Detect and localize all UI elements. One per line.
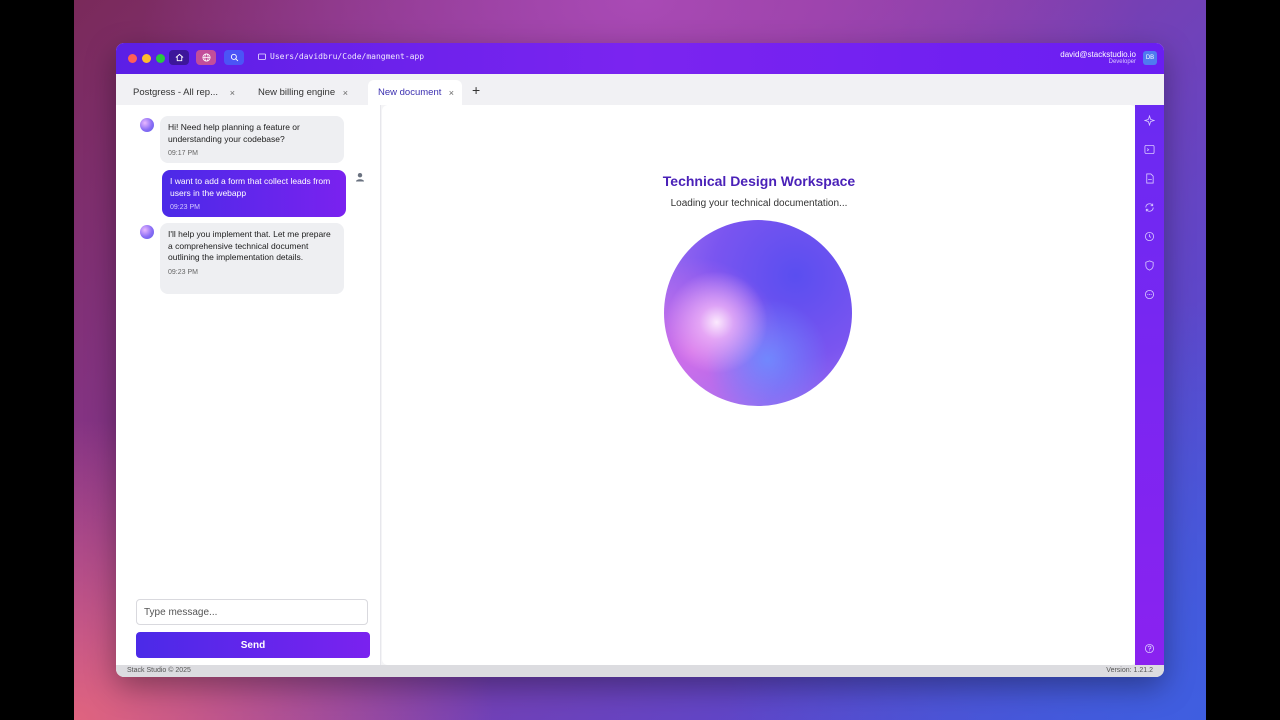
help-icon[interactable] bbox=[1144, 643, 1155, 654]
message-time: 09:23 PM bbox=[168, 268, 198, 276]
tab-postgress[interactable]: Postgress - All rep... × bbox=[123, 80, 243, 105]
search-icon bbox=[230, 53, 238, 62]
refresh-icon[interactable] bbox=[1144, 202, 1155, 213]
message-time: 09:23 PM bbox=[170, 204, 200, 211]
minimize-window-button[interactable] bbox=[142, 54, 151, 63]
file-icon[interactable] bbox=[1144, 173, 1155, 184]
home-icon bbox=[175, 53, 183, 62]
app-window: Users/davidbru/Code/mangment-app david@s… bbox=[116, 43, 1164, 677]
loading-message: Loading your technical documentation... bbox=[670, 198, 848, 209]
loading-orb bbox=[664, 220, 852, 406]
terminal-icon[interactable] bbox=[1144, 144, 1155, 155]
globe-button[interactable] bbox=[196, 50, 216, 65]
tab-bar: Postgress - All rep... × New billing eng… bbox=[116, 74, 1164, 105]
panel-divider[interactable] bbox=[380, 105, 381, 665]
message-input[interactable] bbox=[136, 599, 368, 625]
sparkle-icon[interactable] bbox=[1144, 115, 1155, 126]
user-role: Developer bbox=[1108, 59, 1136, 65]
tab-new-document[interactable]: New document × bbox=[368, 80, 462, 105]
shield-icon[interactable] bbox=[1144, 260, 1155, 271]
tab-label: New billing engine bbox=[258, 87, 336, 98]
avatar[interactable]: DB bbox=[1143, 51, 1157, 65]
search-button[interactable] bbox=[224, 50, 244, 65]
chat-icon[interactable] bbox=[1144, 289, 1155, 300]
copyright-text: Stack Studio © 2025 bbox=[127, 667, 191, 674]
user-icon bbox=[356, 173, 364, 182]
message-text: Hi! Need help planning a feature or unde… bbox=[168, 122, 300, 144]
project-path-text: Users/davidbru/Code/mangment-app bbox=[270, 52, 425, 61]
assistant-avatar bbox=[140, 225, 154, 239]
home-button[interactable] bbox=[169, 50, 189, 65]
title-bar: Users/davidbru/Code/mangment-app david@s… bbox=[116, 43, 1164, 74]
chat-message: I want to add a form that collect leads … bbox=[162, 170, 346, 217]
add-tab-button[interactable]: + bbox=[472, 82, 480, 98]
close-tab-icon[interactable]: × bbox=[343, 88, 348, 98]
close-window-button[interactable] bbox=[128, 54, 137, 63]
right-toolbar bbox=[1135, 105, 1164, 665]
close-tab-icon[interactable]: × bbox=[449, 88, 454, 98]
document-panel: Technical Design Workspace Loading your … bbox=[382, 105, 1136, 665]
globe-icon bbox=[201, 53, 211, 62]
send-button[interactable]: Send bbox=[136, 632, 370, 658]
version-text: Version: 1.21.2 bbox=[1106, 667, 1153, 674]
clock-icon[interactable] bbox=[1144, 231, 1155, 242]
maximize-window-button[interactable] bbox=[156, 54, 165, 63]
tab-new-billing-engine[interactable]: New billing engine × bbox=[248, 80, 356, 105]
chat-panel: Hi! Need help planning a feature or unde… bbox=[116, 105, 380, 665]
folder-icon bbox=[258, 53, 266, 60]
tab-label: Postgress - All rep... bbox=[133, 87, 219, 98]
chat-message: I'll help you implement that. Let me pre… bbox=[160, 223, 344, 294]
message-time: 09:17 PM bbox=[168, 150, 198, 157]
project-path[interactable]: Users/davidbru/Code/mangment-app bbox=[258, 52, 424, 61]
tab-label: New document bbox=[378, 87, 442, 98]
close-tab-icon[interactable]: × bbox=[230, 88, 235, 98]
status-bar: Stack Studio © 2025 Version: 1.21.2 bbox=[116, 665, 1164, 677]
assistant-avatar bbox=[140, 118, 154, 132]
chat-message: Hi! Need help planning a feature or unde… bbox=[160, 116, 344, 163]
document-title: Technical Design Workspace bbox=[662, 173, 856, 189]
message-text: I'll help you implement that. Let me pre… bbox=[168, 229, 331, 262]
user-email: david@stackstudio.io bbox=[1060, 50, 1136, 59]
message-text: I want to add a form that collect leads … bbox=[170, 176, 331, 198]
